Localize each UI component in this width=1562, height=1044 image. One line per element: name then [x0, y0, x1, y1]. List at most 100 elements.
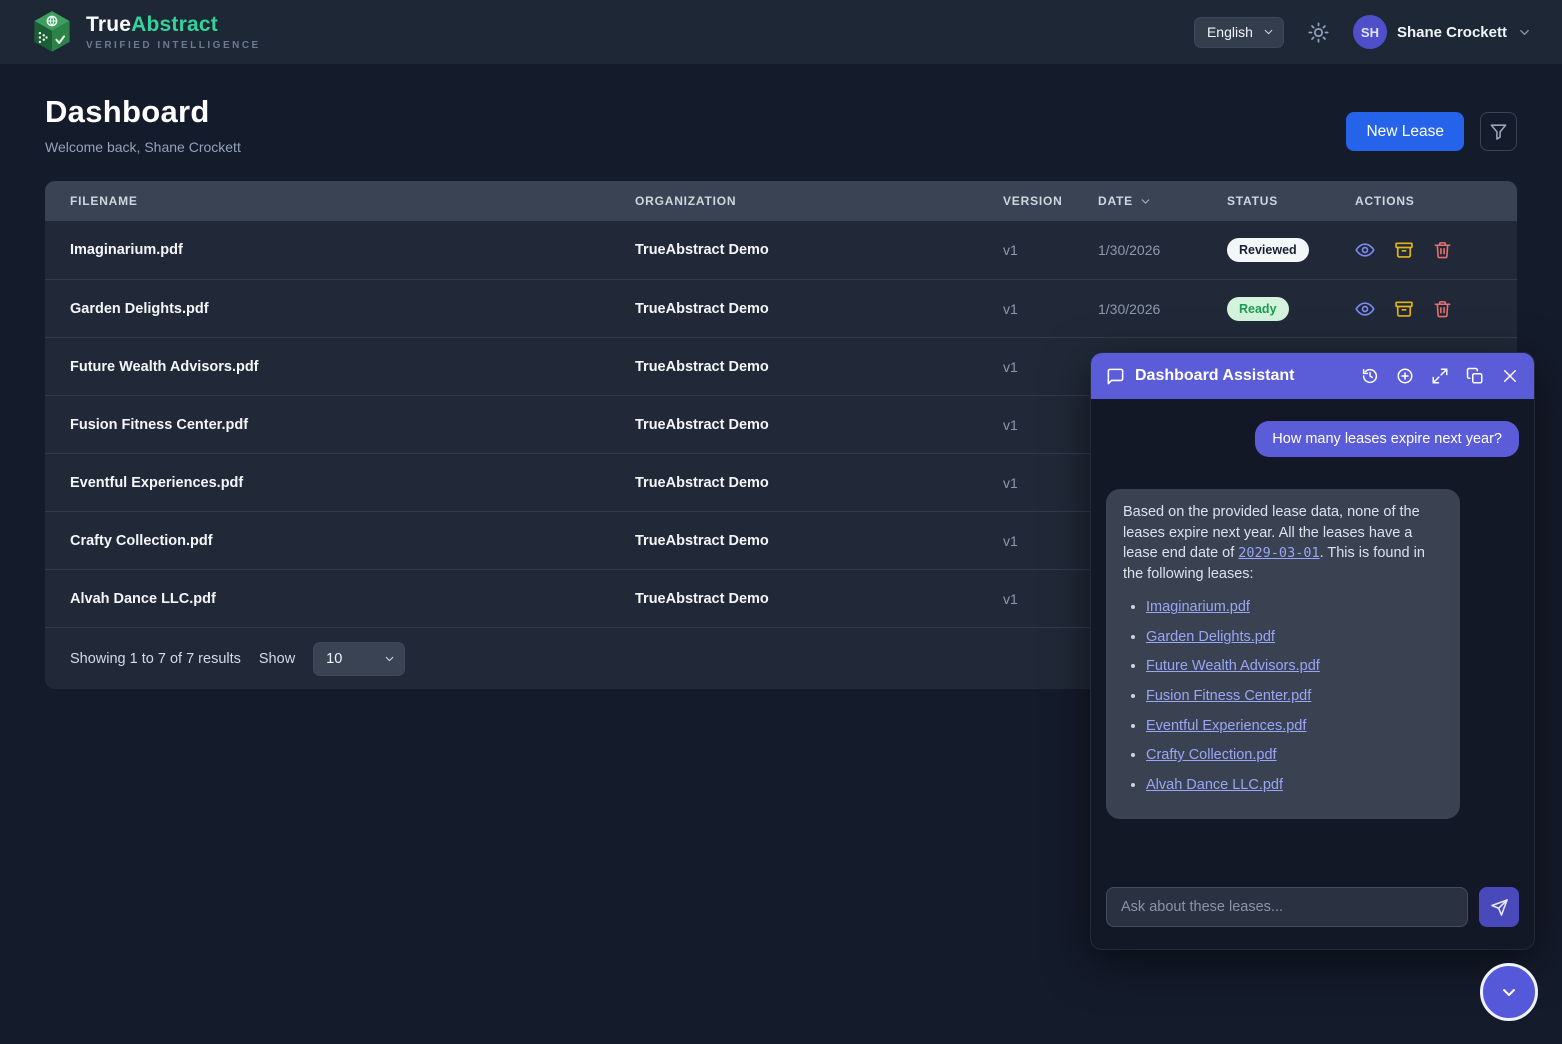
- lease-link-item: Garden Delights.pdf: [1146, 627, 1443, 648]
- archive-icon: [1394, 299, 1414, 319]
- sort-chevron-icon: [1139, 195, 1152, 208]
- close-icon: [1501, 367, 1519, 385]
- column-header-status: STATUS: [1227, 194, 1355, 208]
- lease-link-item: Eventful Experiences.pdf: [1146, 716, 1443, 737]
- status-badge: Reviewed: [1227, 238, 1309, 262]
- cell-organization: TrueAbstract Demo: [635, 301, 1003, 317]
- cell-status: Ready: [1227, 297, 1355, 321]
- expand-icon: [1431, 367, 1449, 385]
- cell-version: v1: [1003, 301, 1098, 317]
- lease-link[interactable]: Alvah Dance LLC.pdf: [1146, 777, 1283, 793]
- brand-logo-icon: [30, 8, 74, 56]
- assistant-input-row: [1091, 879, 1534, 949]
- cell-filename: Garden Delights.pdf: [45, 301, 635, 317]
- send-icon: [1490, 898, 1509, 917]
- archive-button[interactable]: [1394, 240, 1414, 260]
- cell-version: v1: [1003, 591, 1098, 607]
- avatar: SH: [1353, 15, 1387, 49]
- trash-icon: [1433, 299, 1452, 319]
- cell-version: v1: [1003, 417, 1098, 433]
- assistant-title: Dashboard Assistant: [1135, 367, 1351, 385]
- chat-bubble-icon: [1106, 367, 1125, 386]
- history-button[interactable]: [1361, 367, 1379, 385]
- history-icon: [1361, 367, 1379, 385]
- cell-filename: Fusion Fitness Center.pdf: [45, 417, 635, 433]
- eye-icon: [1355, 299, 1375, 319]
- filter-button[interactable]: [1480, 112, 1517, 151]
- page-title: Dashboard: [45, 94, 241, 130]
- lease-end-date-link[interactable]: 2029-03-01: [1238, 545, 1319, 561]
- cell-organization: TrueAbstract Demo: [635, 417, 1003, 433]
- close-button[interactable]: [1501, 367, 1519, 385]
- cell-organization: TrueAbstract Demo: [635, 359, 1003, 375]
- user-menu[interactable]: SH Shane Crockett: [1353, 15, 1532, 49]
- delete-button[interactable]: [1433, 240, 1452, 260]
- dashboard-assistant-panel: Dashboard Assistant How many leases expi…: [1090, 352, 1535, 950]
- cell-version: v1: [1003, 475, 1098, 491]
- column-header-date-sort[interactable]: DATE: [1098, 194, 1152, 208]
- view-button[interactable]: [1355, 299, 1375, 319]
- lease-link-item: Alvah Dance LLC.pdf: [1146, 775, 1443, 796]
- status-badge: Ready: [1227, 297, 1289, 321]
- new-lease-button[interactable]: New Lease: [1346, 112, 1464, 151]
- lease-link-item: Fusion Fitness Center.pdf: [1146, 686, 1443, 707]
- column-header-filename: FILENAME: [45, 194, 635, 208]
- cell-filename: Imaginarium.pdf: [45, 242, 635, 258]
- assistant-header: Dashboard Assistant: [1091, 353, 1534, 399]
- pagination-summary: Showing 1 to 7 of 7 results: [70, 651, 241, 667]
- cell-filename: Future Wealth Advisors.pdf: [45, 359, 635, 375]
- brand-tagline: VERIFIED INTELLIGENCE: [86, 40, 261, 51]
- table-row[interactable]: Garden Delights.pdf TrueAbstract Demo v1…: [45, 279, 1517, 337]
- cell-version: v1: [1003, 242, 1098, 258]
- new-chat-button[interactable]: [1396, 367, 1414, 385]
- send-button[interactable]: [1479, 887, 1519, 927]
- language-select-wrap: English: [1194, 17, 1284, 48]
- top-bar: TrueAbstract VERIFIED INTELLIGENCE Engli…: [0, 0, 1562, 64]
- user-name: Shane Crockett: [1397, 24, 1507, 41]
- cell-filename: Eventful Experiences.pdf: [45, 475, 635, 491]
- lease-link[interactable]: Fusion Fitness Center.pdf: [1146, 688, 1311, 704]
- brand-title: TrueAbstract: [86, 13, 261, 37]
- lease-link[interactable]: Garden Delights.pdf: [1146, 629, 1275, 645]
- expand-button[interactable]: [1431, 367, 1449, 385]
- delete-button[interactable]: [1433, 299, 1452, 319]
- lease-link-item: Future Wealth Advisors.pdf: [1146, 656, 1443, 677]
- cell-version: v1: [1003, 359, 1098, 375]
- lease-link-item: Crafty Collection.pdf: [1146, 745, 1443, 766]
- cell-filename: Alvah Dance LLC.pdf: [45, 591, 635, 607]
- lease-link[interactable]: Crafty Collection.pdf: [1146, 747, 1277, 763]
- archive-button[interactable]: [1394, 299, 1414, 319]
- cell-organization: TrueAbstract Demo: [635, 591, 1003, 607]
- sun-icon: [1308, 22, 1329, 43]
- user-message-bubble: How many leases expire next year?: [1255, 421, 1519, 457]
- cell-status: Reviewed: [1227, 238, 1355, 262]
- chevron-down-icon: [1517, 25, 1532, 40]
- plus-circle-icon: [1396, 367, 1414, 385]
- table-header-row: FILENAME ORGANIZATION VERSION DATE STATU…: [45, 181, 1517, 221]
- assistant-message-bubble: Based on the provided lease data, none o…: [1106, 489, 1460, 819]
- theme-toggle-button[interactable]: [1306, 20, 1331, 45]
- assistant-input[interactable]: [1106, 887, 1468, 927]
- lease-link[interactable]: Imaginarium.pdf: [1146, 599, 1250, 615]
- cell-date: 1/30/2026: [1098, 301, 1227, 317]
- page-size-select[interactable]: 10: [313, 642, 405, 676]
- cell-organization: TrueAbstract Demo: [635, 475, 1003, 491]
- trash-icon: [1433, 240, 1452, 260]
- page-size-label: Show: [259, 651, 295, 667]
- scroll-to-bottom-button[interactable]: [1480, 963, 1538, 1021]
- copy-button[interactable]: [1466, 367, 1484, 385]
- cell-organization: TrueAbstract Demo: [635, 533, 1003, 549]
- lease-link-item: Imaginarium.pdf: [1146, 597, 1443, 618]
- lease-link[interactable]: Future Wealth Advisors.pdf: [1146, 658, 1320, 674]
- cell-version: v1: [1003, 533, 1098, 549]
- brand[interactable]: TrueAbstract VERIFIED INTELLIGENCE: [30, 8, 261, 56]
- lease-link[interactable]: Eventful Experiences.pdf: [1146, 718, 1306, 734]
- view-button[interactable]: [1355, 240, 1375, 260]
- filter-icon: [1489, 122, 1508, 141]
- cell-organization: TrueAbstract Demo: [635, 242, 1003, 258]
- column-header-version: VERSION: [1003, 194, 1098, 208]
- assistant-messages: How many leases expire next year? Based …: [1091, 399, 1534, 879]
- table-row[interactable]: Imaginarium.pdf TrueAbstract Demo v1 1/3…: [45, 221, 1517, 279]
- cell-filename: Crafty Collection.pdf: [45, 533, 635, 549]
- language-select[interactable]: English: [1194, 17, 1284, 48]
